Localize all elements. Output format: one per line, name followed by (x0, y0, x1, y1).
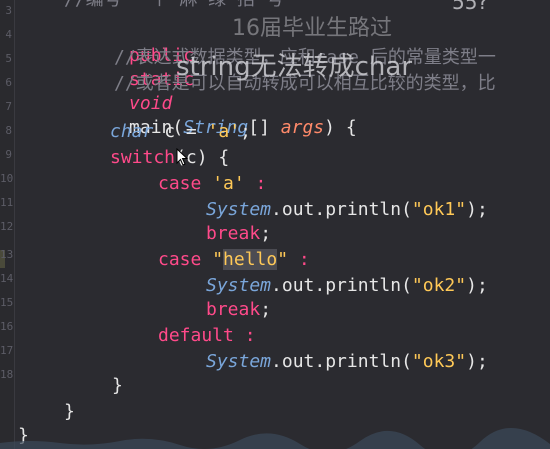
closing-brace-switch: } (112, 375, 123, 396)
param-args: args (280, 117, 325, 138)
line-number: 17 (0, 344, 14, 357)
line-number: 18 (0, 368, 14, 381)
code-line-print1: System.out.println("ok1"); (206, 198, 488, 222)
print-arg: "ok1" (411, 199, 467, 220)
line-number: 16 (0, 320, 14, 333)
keyword-default: default (158, 325, 234, 346)
code-line-break1: break; (206, 222, 271, 246)
case-value: 'a' (212, 173, 245, 194)
print-call: .out.println( (271, 275, 412, 296)
keyword-case: case (158, 249, 202, 270)
decl-rest: c = (153, 121, 208, 142)
class-system: System (206, 351, 272, 372)
decl-semi: ; (240, 121, 251, 142)
code-line-case2: case "hello" : (158, 248, 310, 272)
code-comment-top: //编号一 个 麻 绿 括 号 (64, 0, 284, 12)
line-number: 6 (5, 76, 12, 89)
line-number: 15 (0, 296, 14, 309)
keyword-void: void (129, 93, 173, 114)
code-line-default: default : (158, 324, 256, 348)
line-number: 4 (5, 28, 12, 41)
print-end: ); (466, 199, 488, 220)
line-number: 5 (5, 52, 12, 65)
audio-waveform (0, 428, 550, 449)
keyword-break: break (206, 223, 261, 244)
code-line-print2: System.out.println("ok2"); (206, 274, 488, 298)
code-editor[interactable]: 3 4 5 6 7 8 9 10 11 12 13 14 15 16 17 18… (0, 0, 550, 449)
line-number: 8 (5, 124, 12, 137)
case-quote-open: " (212, 249, 224, 270)
line-number: 3 (5, 4, 12, 17)
class-system: System (206, 275, 272, 296)
line-number: 9 (5, 148, 12, 161)
code-line-break2: break; (206, 298, 271, 322)
code-area[interactable]: //编号一 个 麻 绿 括 号 public static void main(… (18, 0, 550, 449)
line-number: 13 (0, 248, 14, 261)
print-call: .out.println( (271, 199, 412, 220)
class-system: System (206, 199, 272, 220)
break-semi: ; (260, 299, 272, 320)
code-line-print3: System.out.println("ok3"); (206, 350, 488, 374)
print-end: ); (466, 351, 488, 372)
line-number: 12 (0, 220, 14, 233)
line-number: 11 (0, 196, 14, 209)
line-number: 10 (0, 172, 14, 185)
keyword-case: case (158, 173, 202, 194)
default-colon: : (233, 325, 256, 346)
print-arg: "ok2" (411, 275, 467, 296)
case-value-highlighted: hello (223, 249, 278, 270)
keyword-break: break (206, 299, 261, 320)
method-tail: ) { (324, 117, 357, 138)
char-literal: 'a' (207, 121, 241, 142)
case-colon: : (244, 173, 267, 194)
case-quote-close: " (277, 249, 289, 270)
code-line-decl: char c = 'a'; (110, 120, 251, 144)
case-colon: : (288, 249, 310, 270)
print-arg: "ok3" (411, 351, 467, 372)
array-brackets: [] (248, 117, 281, 138)
print-end: ); (466, 275, 488, 296)
type-char: char (110, 121, 154, 142)
code-comment-2: //或者是可以自动转成可以相互比较的类型，比 (114, 73, 496, 94)
line-number: 14 (0, 272, 14, 285)
mouse-pointer-icon (176, 148, 189, 166)
code-line-case1: case 'a' : (158, 172, 266, 196)
code-line-switch: switch(c) { (110, 146, 229, 170)
keyword-switch: switch (110, 147, 176, 168)
line-gutter: 3 4 5 6 7 8 9 10 11 12 13 14 15 16 17 18 (0, 0, 15, 449)
break-semi: ; (260, 223, 272, 244)
line-number: 7 (5, 100, 12, 113)
print-call: .out.println( (271, 351, 412, 372)
code-comment-1: //表达式数据类型，应和case 后的常量类型一 (114, 47, 496, 68)
